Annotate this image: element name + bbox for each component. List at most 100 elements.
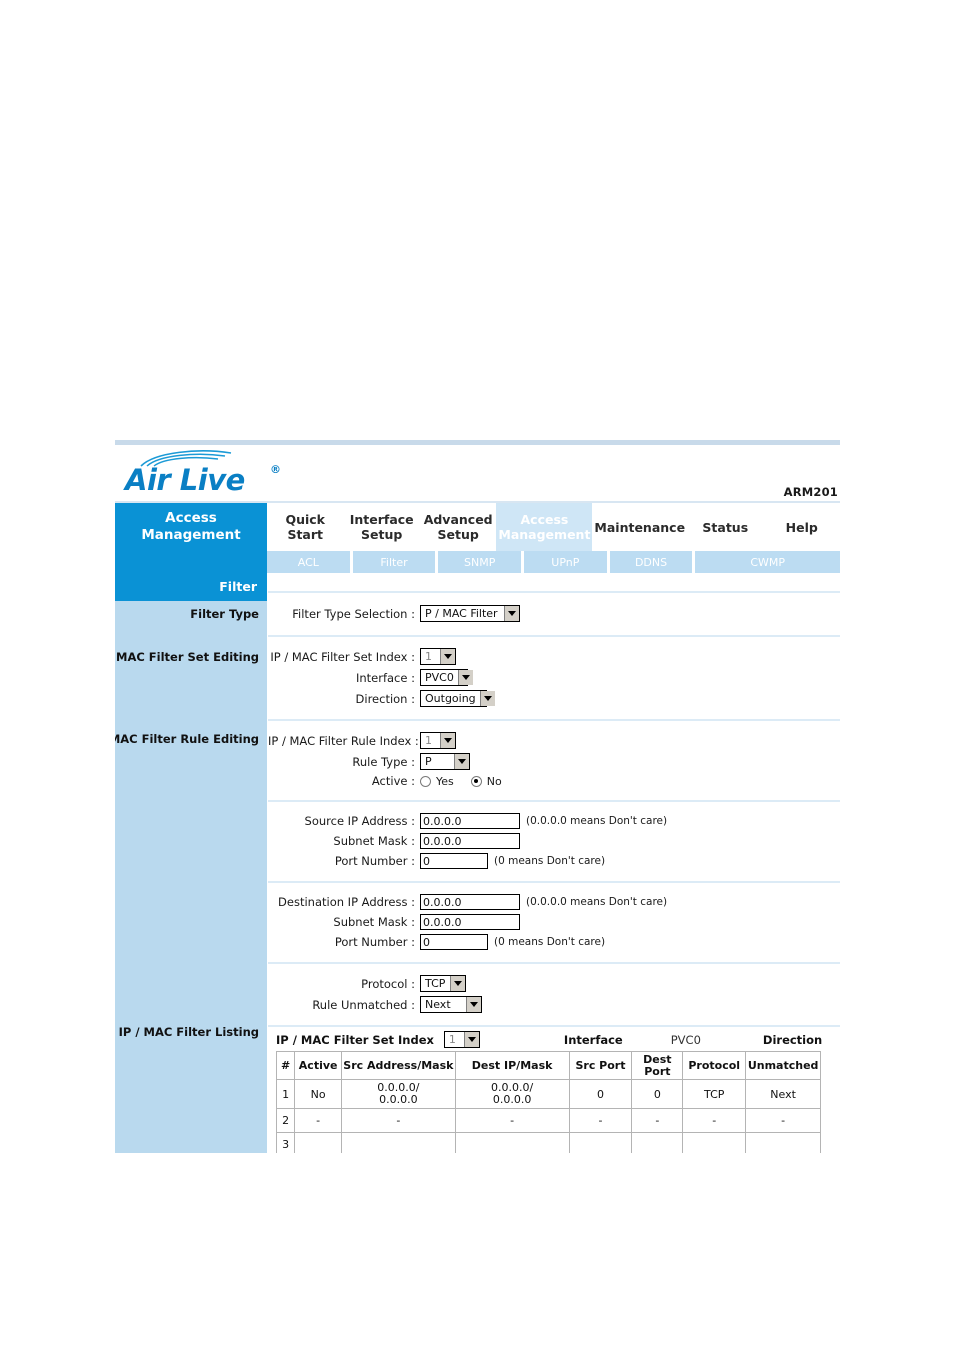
tab-status[interactable]: Status [687,503,763,551]
dest-subnet-mask-input[interactable]: 0.0.0.0 [420,914,520,930]
rule-unmatched-select-value: Next [425,998,451,1011]
section-rule-editing: IP / MAC Filter Rule Index : 1 Rule Type… [268,721,840,802]
tab-help-label: Help [785,519,818,535]
row-source-mask: Subnet Mask : 0.0.0.0 [268,831,840,851]
subtab-filter[interactable]: Filter [352,551,436,573]
active-radio-group: Yes No [420,775,514,788]
table-row[interactable]: 3 [275,1132,821,1153]
row-direction: Direction : Outgoing [268,688,840,709]
subtab-ddns[interactable]: DDNS [609,551,693,573]
set-index-select[interactable]: 1 [420,648,456,665]
chevron-down-icon [440,649,455,664]
label-protocol: Protocol : [361,976,415,991]
row-protocol: Protocol : TCP [268,973,840,994]
cell-unmatched: Next [745,1079,821,1110]
cell-src-port: 0 [568,1079,633,1110]
section-destination: Destination IP Address : 0.0.0.0 (0.0.0.… [268,883,840,964]
cell-protocol [682,1132,747,1153]
dest-port-hint: (0 means Don't care) [494,936,606,948]
tab-advanced-setup-line1: Advanced [423,512,493,527]
current-section-line2: Management [141,527,241,543]
active-yes-radio[interactable] [420,775,431,787]
active-yes-label: Yes [436,774,454,788]
registered-trademark-icon: ® [270,463,281,476]
cell-dest-ip-line1: 0.0.0.0/ [491,1081,534,1095]
sidebar-label-rule-editing: IP / MAC Filter Rule Editing [115,732,259,746]
row-dest-ip: Destination IP Address : 0.0.0.0 (0.0.0.… [268,892,840,912]
cell-unmatched [745,1132,821,1153]
subtab-snmp[interactable]: SNMP [438,551,522,573]
col-active: Active [294,1050,342,1081]
label-direction: Direction : [355,691,415,706]
tab-advanced-setup[interactable]: Advanced Setup [420,503,496,551]
col-src-addr: Src Address/Mask [341,1050,456,1081]
subtab-upnp[interactable]: UPnP [524,551,607,573]
tab-maintenance[interactable]: Maintenance [592,503,687,551]
tab-interface-setup-line2: Setup [361,527,403,542]
label-source-mask: Subnet Mask : [333,834,415,848]
protocol-select[interactable]: TCP [420,975,466,992]
dest-ip-input[interactable]: 0.0.0.0 [420,894,520,910]
direction-select[interactable]: Outgoing [420,690,495,707]
rule-unmatched-select[interactable]: Next [420,996,482,1013]
source-subnet-mask-input[interactable]: 0.0.0.0 [420,833,520,849]
tab-interface-setup[interactable]: Interface Setup [343,503,419,551]
label-rule-type: Rule Type : [352,754,415,769]
col-src-port: Src Port [568,1050,633,1081]
tab-access-management[interactable]: Access Management [496,503,593,551]
device-model-label: ARM201 [783,485,838,499]
label-source-ip: Source IP Address : [304,814,415,828]
current-section-banner: Access Management [115,503,267,551]
tab-maintenance-label: Maintenance [594,519,686,535]
nav-tab-list: Quick Start Interface Setup Advanced Setup … [267,503,840,551]
table-row[interactable]: 2 - - - - - - - [275,1108,821,1134]
dest-port-input[interactable]: 0 [420,934,488,950]
direction-select-value: Outgoing [425,692,476,705]
chevron-down-icon [479,691,495,706]
subtab-cwmp[interactable]: CWMP [695,551,840,573]
source-port-input[interactable]: 0 [420,853,488,869]
cell-active: No [294,1079,342,1110]
tab-access-management-line2: Management [498,527,591,542]
filter-type-select-value: P / MAC Filter [425,607,498,620]
tab-quick-start[interactable]: Quick Start [267,503,343,551]
active-no-radio[interactable] [470,775,482,787]
listing-header-row: IP / MAC Filter Set Index 1 Interface PV… [268,1027,840,1051]
subtab-acl[interactable]: ACL [267,551,350,573]
chevron-down-icon [463,1032,479,1047]
cell-num: 1 [275,1079,296,1110]
content-panel: Filter Type Selection : P / MAC Filter I… [267,573,840,1153]
sidebar-label-filter-type: Filter Type [190,607,259,621]
tab-help[interactable]: Help [764,503,840,551]
cell-protocol: TCP [682,1079,747,1110]
cell-dest-ip: 0.0.0.0/ 0.0.0.0 [454,1079,570,1110]
table-row[interactable]: 1 No 0.0.0.0/ 0.0.0.0 0.0.0.0/ 0.0.0.0 0… [275,1079,821,1110]
chevron-down-icon [504,606,519,621]
chevron-down-icon [457,670,473,685]
label-active: Active : [371,774,415,788]
section-protocol: Protocol : TCP Rule Unmatched : Next [268,964,840,1027]
page-header: Air Live ® ARM201 [115,445,840,503]
tab-access-management-line1: Access [520,512,569,527]
sub-nav: ACL Filter SNMP UPnP DDNS CWMP [115,551,840,573]
cell-src-addr [341,1132,456,1153]
listing-set-index-label: IP / MAC Filter Set Index [276,1032,434,1047]
row-active: Active : Yes No [268,772,840,790]
cell-src-port [568,1132,633,1153]
listing-set-index-select[interactable]: 1 [443,1031,480,1048]
section-filter-type: Filter Type Selection : P / MAC Filter [268,593,840,637]
interface-select-value: PVC0 [425,671,454,684]
sidebar-label-filter-listing: IP / MAC Filter Listing [118,1025,259,1039]
table-header-row: # Active Src Address/Mask Dest IP/Mask S… [275,1050,821,1081]
section-set-editing: IP / MAC Filter Set Index : 1 Interface … [268,637,840,721]
rule-index-select[interactable]: 1 [420,732,456,749]
rule-type-select[interactable]: P [420,753,470,770]
row-rule-type: Rule Type : P [268,751,840,772]
dest-ip-hint: (0.0.0.0 means Don't care) [526,896,668,908]
filter-type-select[interactable]: P / MAC Filter [420,605,520,622]
source-ip-input[interactable]: 0.0.0.0 [420,813,520,829]
interface-select[interactable]: PVC0 [420,669,473,686]
col-dest-port: Dest Port [631,1050,684,1081]
listing-set-index-value: 1 [448,1033,456,1046]
active-no-label: No [486,774,502,788]
